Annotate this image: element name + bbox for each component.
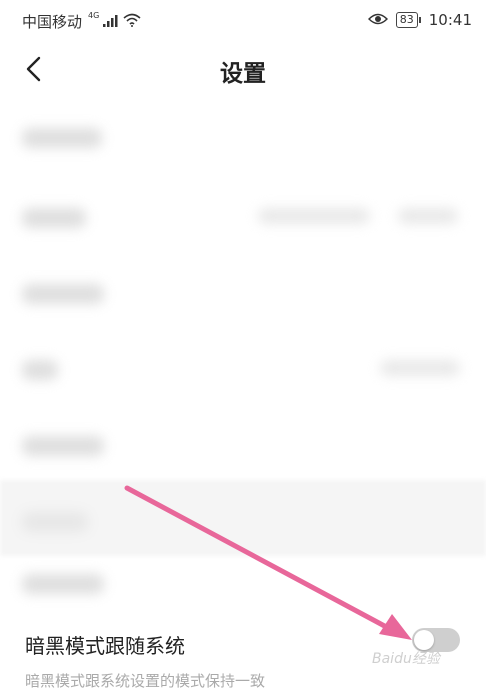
blurred-setting-row[interactable] xyxy=(0,176,486,252)
blurred-label xyxy=(22,284,104,304)
blurred-label xyxy=(22,360,58,380)
network-type: 4G xyxy=(88,11,100,20)
settings-screen: 中国移动 4G 83 10:41 设置 暗黑模式跟随系统 暗黑模式跟系统设置的模… xyxy=(0,0,486,693)
wifi-icon xyxy=(123,13,141,31)
blurred-value xyxy=(380,360,460,376)
blurred-setting-row[interactable] xyxy=(0,252,486,328)
dark-mode-setting-row: 暗黑模式跟随系统 暗黑模式跟系统设置的模式保持一致 xyxy=(0,610,486,693)
blurred-setting-row[interactable] xyxy=(0,556,486,606)
blurred-setting-row[interactable] xyxy=(0,404,486,480)
status-bar: 中国移动 4G 83 10:41 xyxy=(0,0,486,40)
eye-icon xyxy=(367,11,388,29)
battery-tip xyxy=(418,17,421,23)
blurred-label xyxy=(22,208,86,228)
blurred-label xyxy=(22,512,88,532)
dark-mode-toggle[interactable] xyxy=(412,628,460,652)
blurred-settings-list xyxy=(0,100,486,606)
dark-mode-title: 暗黑模式跟随系统 xyxy=(25,634,185,658)
header-bar: 设置 xyxy=(0,40,486,100)
blurred-label xyxy=(22,574,104,594)
carrier-name: 中国移动 xyxy=(22,13,83,31)
blurred-setting-row[interactable] xyxy=(0,100,486,176)
toggle-knob xyxy=(414,630,434,650)
blurred-label xyxy=(22,128,102,148)
status-right: 83 10:41 xyxy=(367,11,472,29)
dark-mode-description: 暗黑模式跟系统设置的模式保持一致 xyxy=(25,672,266,690)
blurred-label xyxy=(22,436,104,456)
battery-level: 83 xyxy=(395,12,418,28)
blurred-value xyxy=(398,208,458,224)
battery-icon: 83 xyxy=(395,12,421,28)
blurred-setting-row[interactable] xyxy=(0,480,486,556)
signal-icon xyxy=(103,13,119,31)
status-left: 中国移动 4G xyxy=(22,11,141,32)
clock: 10:41 xyxy=(428,11,472,29)
blurred-value xyxy=(258,208,370,224)
blurred-setting-row[interactable] xyxy=(0,328,486,404)
page-title: 设置 xyxy=(220,61,266,87)
